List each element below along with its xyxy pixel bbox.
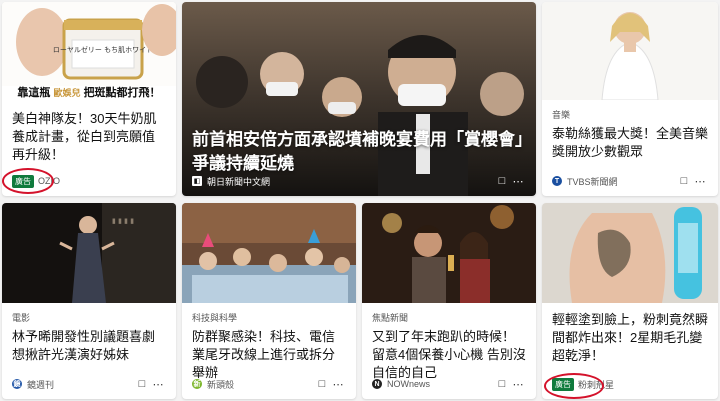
card-title[interactable]: 前首相安倍方面承認墳補晚宴費用「賞櫻會」爭議持續延燒	[192, 128, 524, 176]
more-icon[interactable]: ⋯	[330, 378, 346, 391]
more-icon[interactable]: ⋯	[692, 175, 708, 188]
news-card-party-skin[interactable]: 焦點新聞 又到了年末跑趴的時候！留意4個保養小心機 告別沒自信的自己 N NOW…	[362, 203, 536, 399]
card-footer: 廣告 粉刺剋星	[552, 376, 708, 392]
more-icon[interactable]: ⋯	[510, 175, 526, 188]
product-hand-image	[542, 203, 718, 303]
ad-badge: 廣告	[12, 174, 34, 188]
bookmark-icon[interactable]: □	[494, 175, 510, 187]
party-photo	[182, 203, 356, 303]
source-name[interactable]: TVBS新聞網	[567, 175, 676, 188]
ad-badge: 廣告	[552, 377, 574, 391]
product-label: ローヤルゼリー もち肌ホワイト	[53, 45, 153, 54]
ad-caption-left: 靠這瓶	[17, 87, 51, 99]
source-name[interactable]: 粉刺剋星	[578, 378, 708, 391]
bookmark-icon[interactable]: □	[676, 175, 692, 187]
card-category[interactable]: 科技與科學	[192, 311, 346, 324]
source-name[interactable]: NOWnews	[387, 379, 494, 389]
source-logo-icon: 新	[192, 379, 202, 389]
card-footer: 廣告 OZIO	[12, 173, 166, 189]
card-title[interactable]: 泰勒絲獲最大獎！全美音樂獎開放少數觀眾	[552, 125, 708, 161]
source-name[interactable]: 朝日新聞中文網	[207, 175, 494, 188]
card-thumbnail	[542, 2, 718, 100]
card-category[interactable]: 電影	[12, 311, 166, 324]
card-thumbnail	[542, 203, 718, 303]
card-title[interactable]: 又到了年末跑趴的時候！留意4個保養小心機 告別沒自信的自己	[372, 328, 526, 382]
ad-caption-right: 把斑點都打飛！	[83, 87, 161, 99]
ad-caption-brand: 歐娛兒	[53, 88, 81, 98]
card-footer: 新 新頭殼 □ ⋯	[192, 376, 346, 392]
news-card-abe[interactable]: 前首相安倍方面承認墳補晚宴費用「賞櫻會」爭議持續延燒 ◧ 朝日新聞中文網 □ ⋯	[182, 2, 536, 196]
source-name[interactable]: OZIO	[38, 176, 166, 186]
portrait-photo	[542, 2, 718, 100]
bookmark-icon[interactable]: □	[134, 378, 150, 390]
more-icon[interactable]: ⋯	[510, 378, 526, 391]
card-title[interactable]: 林予晞開發性別議題喜劇 想揪許光漢演好姊妹	[12, 328, 166, 364]
bookmark-icon[interactable]: □	[494, 378, 510, 390]
ad-overlay-caption: 靠這瓶 歐娛兒 把斑點都打飛！	[2, 86, 176, 100]
card-category[interactable]: 焦點新聞	[372, 311, 526, 324]
card-title[interactable]: 輕輕塗到臉上，粉刺竟然瞬間都炸出來！2星期毛孔變超乾淨！	[552, 311, 708, 365]
svg-text:▮ ▮ ▮ ▮: ▮ ▮ ▮ ▮	[112, 217, 134, 225]
card-thumbnail	[182, 203, 356, 303]
couple-photo	[362, 203, 536, 303]
source-logo-icon: 鏡	[12, 379, 22, 389]
card-title[interactable]: 美白神隊友！30天牛奶肌養成計畫，從白到亮願值再升級！	[12, 110, 166, 164]
news-card-ad-pore[interactable]: 輕輕塗到臉上，粉刺竟然瞬間都炸出來！2星期毛孔變超乾淨！ 廣告 粉刺剋星	[542, 203, 718, 399]
event-photo: ▮ ▮ ▮ ▮	[2, 203, 176, 303]
news-card-ad-ozio[interactable]: ローヤルゼリー もち肌ホワイト 靠這瓶 歐娛兒 把斑點都打飛！ 美白神隊友！30…	[2, 2, 176, 196]
source-name[interactable]: 新頭殼	[207, 378, 314, 391]
source-logo-icon: T	[552, 176, 562, 186]
news-card-taylor[interactable]: 音樂 泰勒絲獲最大獎！全美音樂獎開放少數觀眾 T TVBS新聞網 □ ⋯	[542, 2, 718, 196]
news-card-movie[interactable]: ▮ ▮ ▮ ▮ 電影 林予晞開發性別議題喜劇 想揪許光漢演好姊妹 鏡 鏡週刊 □…	[2, 203, 176, 399]
source-logo-icon: ◧	[192, 176, 202, 186]
card-footer: 鏡 鏡週刊 □ ⋯	[12, 376, 166, 392]
bookmark-icon[interactable]: □	[314, 378, 330, 390]
source-name[interactable]: 鏡週刊	[27, 378, 134, 391]
card-thumbnail: ▮ ▮ ▮ ▮	[2, 203, 176, 303]
card-category[interactable]: 音樂	[552, 108, 708, 121]
card-footer: N NOWnews □ ⋯	[372, 376, 526, 392]
card-footer: ◧ 朝日新聞中文網 □ ⋯	[192, 173, 526, 189]
card-title[interactable]: 防群聚感染！科技、電信業尾牙改線上進行或拆分舉辦	[192, 328, 346, 382]
source-logo-icon: N	[372, 379, 382, 389]
more-icon[interactable]: ⋯	[150, 378, 166, 391]
card-footer: T TVBS新聞網 □ ⋯	[552, 173, 708, 189]
news-card-tech[interactable]: 科技與科學 防群聚感染！科技、電信業尾牙改線上進行或拆分舉辦 新 新頭殼 □ ⋯	[182, 203, 356, 399]
card-thumbnail	[362, 203, 536, 303]
